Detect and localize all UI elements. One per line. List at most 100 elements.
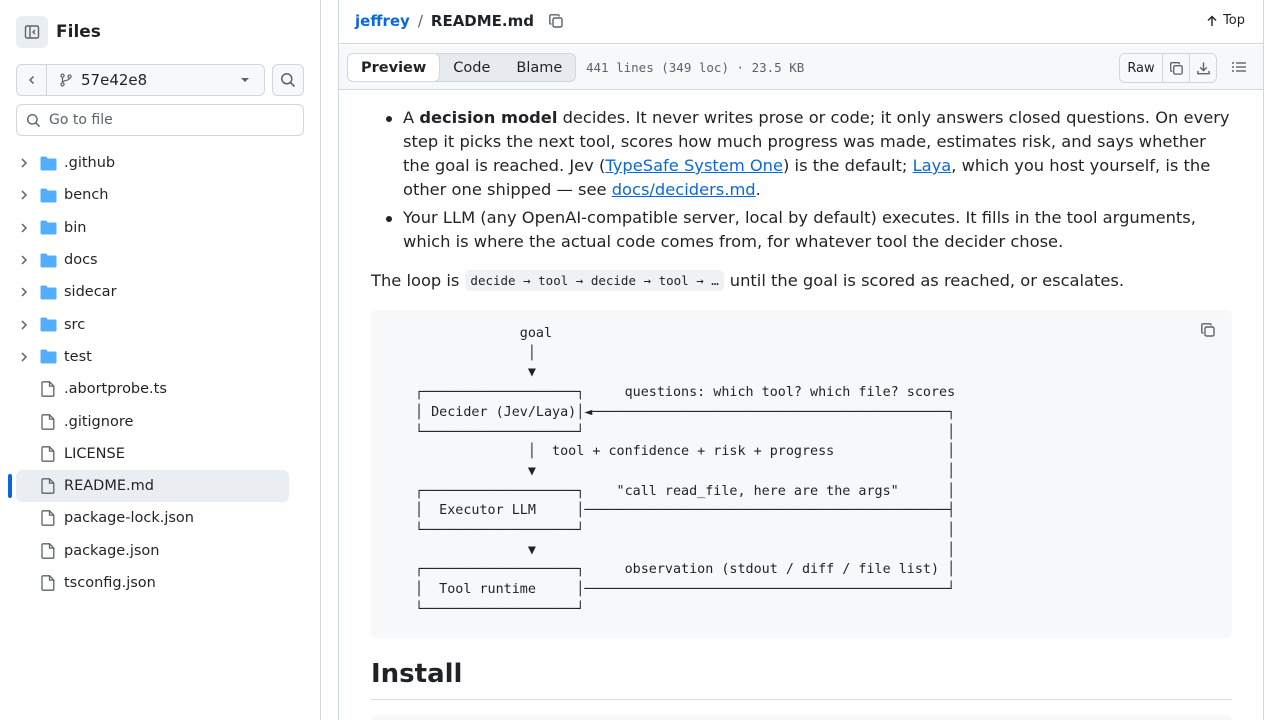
caret-down-icon (241, 78, 249, 82)
tree-item-label: bench (64, 187, 109, 204)
next-code-block (371, 715, 1232, 720)
install-heading: Install (371, 659, 463, 689)
tree-item-label: .abortprobe.ts (64, 381, 167, 398)
search-files-button[interactable] (272, 64, 304, 96)
readme-content: A decision model decides. It never write… (339, 91, 1263, 720)
copy-icon (1201, 323, 1215, 337)
file-icon-wrap (39, 542, 57, 560)
tree-folder-item[interactable]: src (0, 308, 320, 340)
file-icon-wrap (39, 380, 57, 398)
branch-selector[interactable]: 57e42e8 (16, 64, 265, 96)
link-deciders-doc[interactable]: docs/deciders.md (612, 180, 756, 199)
tab-blame[interactable]: Blame (503, 54, 575, 81)
chevron-right-icon (21, 223, 28, 233)
copy-raw-button[interactable] (1162, 54, 1189, 82)
file-toolbar: Preview Code Blame 441 lines (349 loc) ·… (339, 45, 1263, 90)
folder-icon (40, 285, 56, 300)
chevron-right-icon (21, 190, 28, 200)
tree-folder-item[interactable]: bin (0, 212, 320, 244)
expand-toggle[interactable] (19, 223, 29, 233)
tree-file-item[interactable]: .gitignore (0, 405, 320, 437)
download-icon (1196, 61, 1210, 74)
tree-file-item[interactable]: .abortprobe.ts (0, 373, 320, 405)
outline-button[interactable] (1231, 59, 1247, 79)
bullet-text: . (755, 180, 761, 199)
tree-item-label: LICENSE (64, 445, 125, 462)
list-item: Your LLM (any OpenAI-compatible server, … (371, 206, 1231, 254)
tree-item-label: tsconfig.json (64, 575, 156, 591)
tree-file-item[interactable]: tsconfig.json (0, 567, 320, 599)
tree-folder-item[interactable]: docs (0, 244, 320, 276)
tab-code[interactable]: Code (440, 54, 503, 81)
collapse-sidebar-button[interactable] (16, 16, 48, 48)
folder-icon (40, 317, 56, 332)
breadcrumb-repo-link[interactable]: jeffrey (355, 12, 410, 30)
tree-file-item[interactable]: README.md (0, 469, 320, 503)
folder-icon (40, 188, 56, 203)
tree-file-item[interactable]: LICENSE (0, 438, 320, 470)
chevron-right-icon (21, 255, 28, 265)
file-icon (41, 542, 55, 559)
folder-icon-wrap (39, 154, 57, 172)
expand-toggle[interactable] (19, 158, 29, 168)
back-button[interactable] (17, 65, 47, 95)
bold-text: decision model (419, 108, 558, 127)
tree-item-label: .gitignore (64, 413, 134, 430)
tree-file-item[interactable]: package-lock.json (0, 502, 320, 534)
link-typesafe-system-one[interactable]: TypeSafe System One (605, 156, 783, 175)
raw-button[interactable]: Raw (1120, 54, 1162, 82)
folder-icon-wrap (39, 316, 57, 334)
copy-icon (1169, 61, 1183, 75)
link-laya[interactable]: Laya (913, 156, 952, 175)
loop-suffix: until the goal is scored as reached, or … (729, 271, 1125, 290)
folder-icon-wrap (39, 219, 57, 237)
tree-file-item[interactable]: package.json (0, 535, 320, 567)
expand-toggle[interactable] (19, 287, 29, 297)
list-unordered-icon (1232, 62, 1246, 72)
file-icon-wrap (39, 574, 57, 592)
copy-icon (549, 14, 563, 28)
go-to-file-field[interactable] (16, 104, 304, 136)
download-button[interactable] (1189, 54, 1216, 82)
file-icon (41, 478, 55, 494)
file-icon-wrap (39, 413, 57, 431)
search-icon (281, 73, 296, 88)
expand-toggle[interactable] (19, 320, 29, 330)
tree-item-label: docs (64, 252, 98, 269)
copy-code-button[interactable] (1200, 322, 1216, 342)
diagram-code-block: goal │ ▼ ┌───────────────────┐ questions… (371, 310, 1232, 638)
copy-path-button[interactable] (548, 13, 564, 29)
file-icon (41, 445, 55, 462)
tree-item-label: sidecar (64, 284, 117, 301)
view-mode-tabs: Preview Code Blame (347, 53, 577, 82)
expand-toggle[interactable] (19, 190, 29, 200)
ascii-diagram: goal │ ▼ ┌───────────────────┐ questions… (415, 326, 956, 617)
arrow-up-icon (1207, 15, 1217, 26)
expand-toggle[interactable] (19, 352, 29, 362)
tree-folder-item[interactable]: .github (0, 147, 320, 179)
branch-dropdown[interactable]: 57e42e8 (47, 71, 264, 89)
branch-name: 57e42e8 (81, 71, 148, 89)
back-to-top-link[interactable]: Top (1206, 13, 1245, 28)
loop-inline-code: decide → tool → decide → tool → … (465, 270, 724, 291)
go-to-file-input[interactable] (49, 112, 289, 128)
bullet-text: ) is the default; (783, 156, 913, 175)
breadcrumb-file-name: README.md (430, 12, 534, 30)
tree-folder-item[interactable]: test (0, 341, 320, 373)
bullet-text: A (403, 108, 420, 127)
tab-preview[interactable]: Preview (347, 53, 441, 82)
chevron-right-icon (21, 320, 28, 330)
tree-folder-item[interactable]: sidecar (0, 276, 320, 308)
active-item-indicator (8, 473, 12, 498)
readme-bullet-list: A decision model decides. It never write… (371, 106, 1231, 258)
expand-toggle[interactable] (19, 255, 29, 265)
list-item: A decision model decides. It never write… (371, 106, 1231, 202)
search-icon (26, 113, 41, 127)
file-actions: Raw (1119, 53, 1217, 83)
file-icon (41, 381, 55, 398)
sidebar-header: Files (16, 16, 101, 48)
file-icon-wrap (39, 477, 57, 495)
file-icon (41, 510, 55, 527)
tree-folder-item[interactable]: bench (0, 179, 320, 211)
back-to-top-label: Top (1223, 13, 1245, 28)
